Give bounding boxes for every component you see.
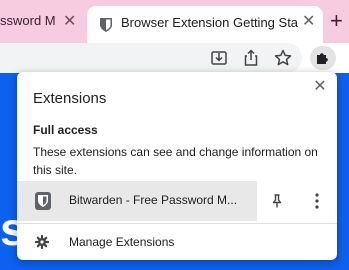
close-tab-icon[interactable]: ✕	[63, 11, 76, 31]
manage-extensions-label: Manage Extensions	[69, 235, 175, 249]
tab-bitwarden[interactable]: ssword M ✕	[0, 0, 87, 43]
extensions-popup: Extensions ✕ Full access These extension…	[17, 72, 337, 260]
bitwarden-icon	[35, 192, 51, 210]
tab-strip: ssword M ✕ Browser Extension Getting Sta…	[0, 0, 349, 43]
new-tab-button[interactable]: +	[330, 8, 343, 34]
star-icon[interactable]	[273, 48, 293, 68]
more-options-icon[interactable]	[312, 192, 322, 210]
extension-row-bitwarden[interactable]: Bitwarden - Free Password M...	[17, 181, 337, 221]
tab-title: Browser Extension Getting Sta	[121, 15, 299, 30]
close-tab-icon[interactable]: ✕	[302, 11, 315, 31]
tab-title: ssword M	[0, 13, 56, 28]
bitwarden-shield-icon	[100, 18, 112, 32]
share-icon[interactable]	[241, 48, 261, 68]
divider	[17, 223, 337, 224]
extension-name: Bitwarden - Free Password M...	[69, 193, 238, 207]
manage-extensions-item[interactable]: Manage Extensions	[17, 228, 337, 256]
close-icon[interactable]: ✕	[311, 78, 329, 96]
gear-icon	[35, 235, 49, 249]
full-access-description: These extensions can see and change info…	[33, 145, 318, 177]
toolbar	[0, 43, 349, 73]
download-icon[interactable]	[209, 48, 229, 68]
extensions-button[interactable]	[310, 46, 336, 70]
tab-active[interactable]: Browser Extension Getting Sta ✕	[87, 6, 323, 43]
puzzle-extensions-icon	[317, 53, 328, 64]
omnibox[interactable]	[0, 43, 302, 73]
pin-icon[interactable]	[269, 193, 285, 209]
popup-title: Extensions	[33, 90, 107, 107]
full-access-heading: Full access	[33, 123, 98, 137]
